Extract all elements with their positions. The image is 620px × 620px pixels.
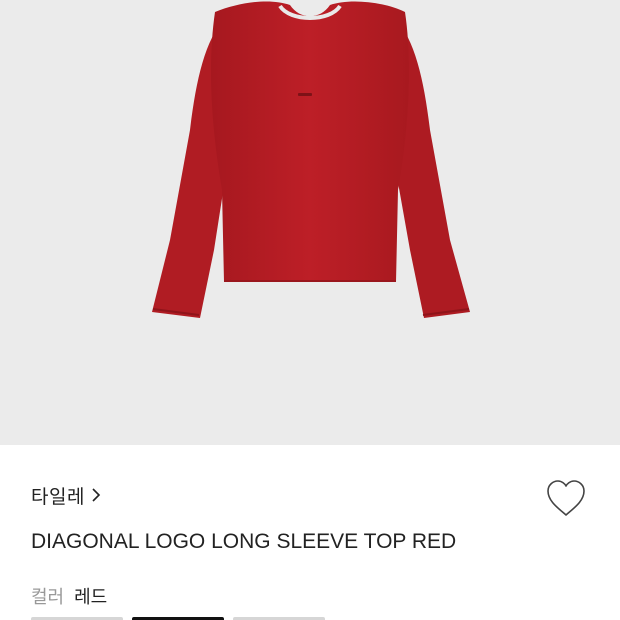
chevron-right-icon	[92, 488, 101, 502]
product-image[interactable]	[0, 0, 620, 445]
product-detail-page: 타일레 DIAGONAL LOGO LONG SLEEVE TOP RED 컬러…	[0, 0, 620, 620]
brand-name[interactable]: 타일레	[31, 482, 85, 509]
chest-logo	[298, 93, 312, 96]
color-label: 컬러	[31, 587, 65, 608]
sweater-body	[210, 1, 410, 282]
brand-link[interactable]: 타일레	[31, 482, 101, 508]
heart-outline-icon[interactable]	[544, 478, 588, 520]
product-title: DIAGONAL LOGO LONG SLEEVE TOP RED	[31, 530, 457, 553]
product-photo-sweater	[152, 1, 470, 318]
color-value: 레드	[74, 587, 108, 608]
color-info: 컬러 레드	[31, 583, 107, 609]
